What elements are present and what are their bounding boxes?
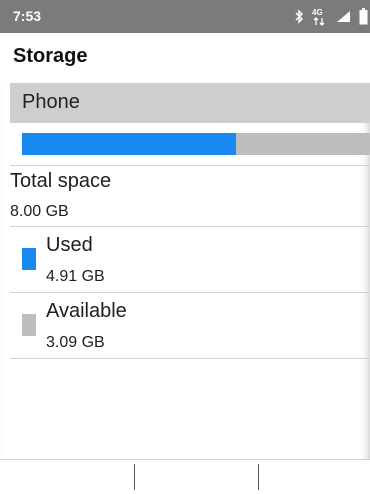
- available-value: 3.09 GB: [46, 334, 105, 351]
- total-space-label: Total space: [10, 170, 112, 192]
- divider: [10, 358, 370, 359]
- available-legend-swatch: [22, 314, 36, 336]
- header: Storage: [0, 33, 370, 83]
- storage-usage-bar: [22, 133, 370, 155]
- divider: [10, 292, 370, 293]
- storage-screen: 7:53 4G Storage Phone Total space 8.00 G…: [0, 0, 370, 494]
- network-label: 4G: [312, 7, 323, 17]
- status-bar: 7:53 4G: [0, 0, 370, 33]
- network-4g-icon: 4G: [312, 8, 328, 26]
- storage-device-label: Phone: [22, 91, 80, 113]
- softkey-center[interactable]: [135, 460, 258, 494]
- bluetooth-icon: [294, 9, 304, 24]
- divider: [10, 226, 370, 227]
- signal-icon: [336, 10, 351, 23]
- used-value: 4.91 GB: [46, 268, 105, 285]
- total-space-value: 8.00 GB: [10, 203, 69, 220]
- softkey-left[interactable]: [10, 460, 133, 494]
- status-time: 7:53: [13, 8, 42, 24]
- used-legend-swatch: [22, 248, 36, 270]
- storage-device-phone[interactable]: Phone: [10, 83, 370, 123]
- divider: [10, 165, 370, 166]
- used-label: Used: [46, 234, 93, 256]
- page-title: Storage: [13, 45, 88, 67]
- status-icons: 4G: [294, 7, 370, 26]
- battery-icon: [359, 8, 368, 25]
- storage-usage-used-fill: [22, 133, 236, 155]
- softkey-right[interactable]: [259, 460, 370, 494]
- softkey-bar: [0, 459, 370, 494]
- available-label: Available: [46, 300, 127, 322]
